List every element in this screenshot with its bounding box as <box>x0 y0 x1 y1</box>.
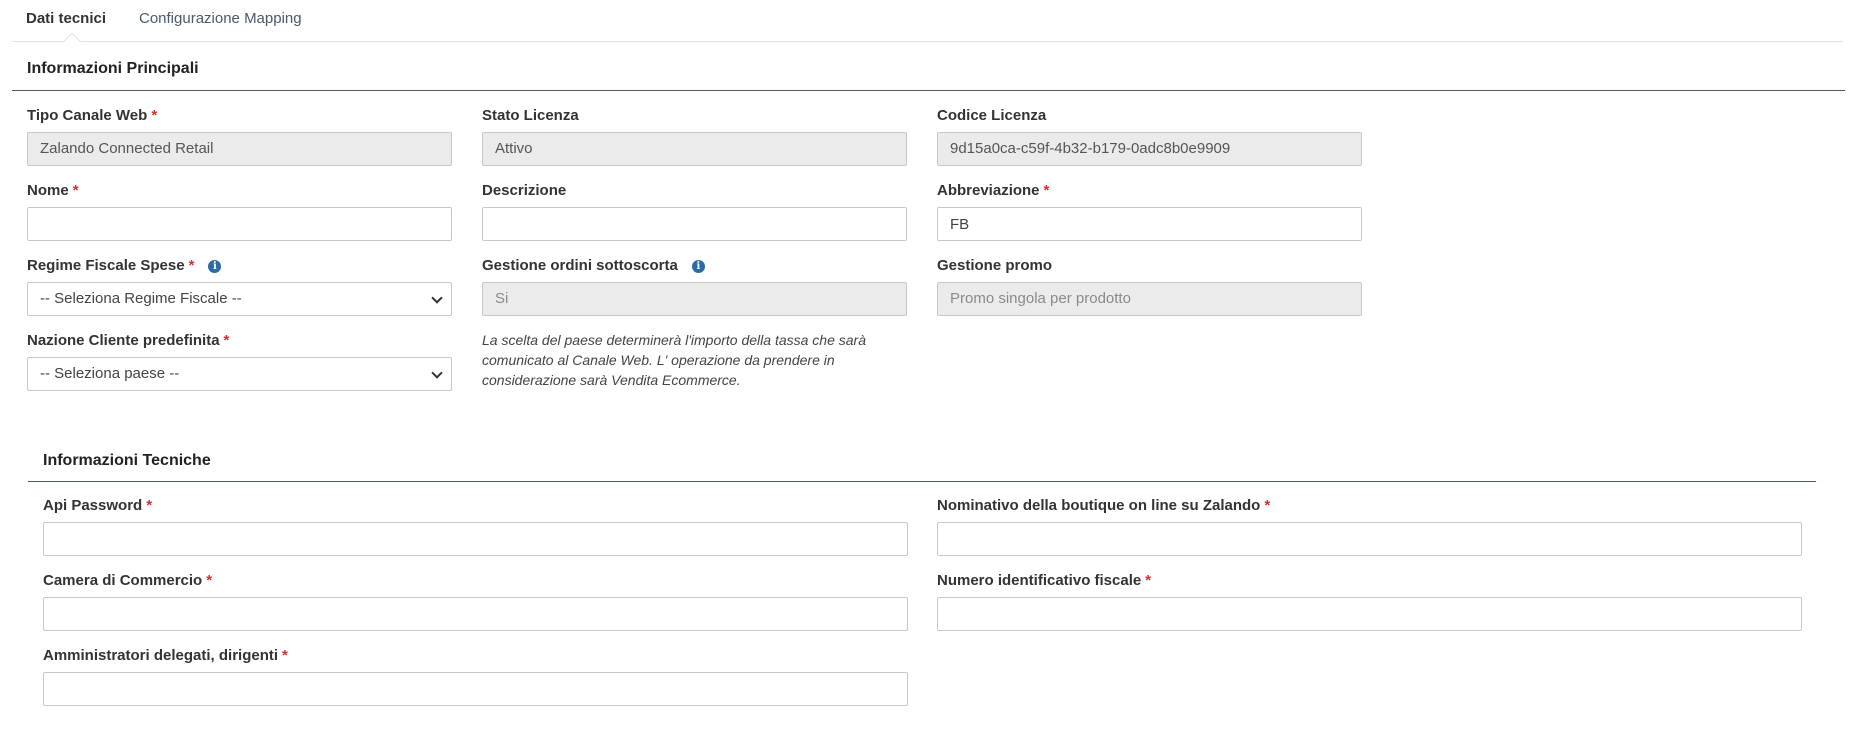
descrizione-input[interactable] <box>482 207 907 241</box>
stato-licenza-field: Attivo <box>482 132 907 166</box>
amministratori-input[interactable] <box>43 672 908 706</box>
label-codice-licenza: Codice Licenza <box>937 107 1047 124</box>
label-descrizione: Descrizione <box>482 182 567 199</box>
label-regime-fiscale: Regime Fiscale Spese * i <box>27 257 222 274</box>
section-title-tecniche: Informazioni Tecniche <box>43 452 211 469</box>
label-numero-fiscale: Numero identificativo fiscale * <box>937 572 1152 589</box>
tab-dati-tecnici[interactable]: Dati tecnici <box>26 10 106 27</box>
required-marker: * <box>282 647 288 664</box>
label-gestione-ordini: Gestione ordini sottoscorta i <box>482 257 705 274</box>
required-marker: * <box>146 497 153 514</box>
numero-fiscale-input[interactable] <box>937 597 1802 631</box>
codice-licenza-field: 9d15a0ca-c59f-4b32-b179-0adc8b0e9909 <box>937 132 1362 166</box>
regime-fiscale-select[interactable]: -- Seleziona Regime Fiscale -- <box>27 282 452 316</box>
required-marker: * <box>188 257 195 274</box>
gestione-ordini-field: Si <box>482 282 907 316</box>
tipo-canale-field: Zalando Connected Retail <box>27 132 452 166</box>
label-abbreviazione: Abbreviazione * <box>937 182 1050 199</box>
required-marker: * <box>1145 572 1152 589</box>
info-icon[interactable]: i <box>208 260 222 273</box>
label-nazione: Nazione Cliente predefinita * <box>27 332 230 349</box>
tab-configurazione-mapping[interactable]: Configurazione Mapping <box>139 10 302 27</box>
chevron-down-icon <box>431 367 443 379</box>
camera-commercio-input[interactable] <box>43 597 908 631</box>
required-marker: * <box>1264 497 1271 514</box>
section-divider-principali <box>12 90 1845 91</box>
label-amministratori: Amministratori delegati, dirigenti * <box>43 647 288 664</box>
label-nome: Nome * <box>27 182 79 199</box>
nazione-select[interactable]: -- Seleziona paese -- <box>27 357 452 391</box>
label-api-password: Api Password * <box>43 497 153 514</box>
gestione-promo-field: Promo singola per prodotto <box>937 282 1362 316</box>
regime-fiscale-selected: -- Seleziona Regime Fiscale -- <box>40 290 242 307</box>
label-camera-commercio: Camera di Commercio * <box>43 572 213 589</box>
abbreviazione-input[interactable] <box>937 207 1362 241</box>
required-marker: * <box>206 572 213 589</box>
section-divider-tecniche <box>28 481 1816 482</box>
required-marker: * <box>151 107 158 124</box>
nominativo-input[interactable] <box>937 522 1802 556</box>
nazione-selected: -- Seleziona paese -- <box>40 365 180 382</box>
api-password-input[interactable] <box>43 522 908 556</box>
required-marker: * <box>72 182 79 199</box>
label-tipo-canale: Tipo Canale Web * <box>27 107 158 124</box>
section-title-principali: Informazioni Principali <box>27 60 199 77</box>
required-marker: * <box>1043 182 1050 199</box>
tab-bar: Dati tecnici Configurazione Mapping <box>12 0 1843 50</box>
required-marker: * <box>223 332 230 349</box>
info-icon[interactable]: i <box>691 260 705 273</box>
active-tab-caret <box>63 32 81 50</box>
nazione-help-text: La scelta del paese determinerà l'import… <box>482 332 866 388</box>
label-nominativo: Nominativo della boutique on line su Zal… <box>937 497 1271 514</box>
label-stato-licenza: Stato Licenza <box>482 107 579 124</box>
chevron-down-icon <box>431 292 443 304</box>
nome-input[interactable] <box>27 207 452 241</box>
label-gestione-promo: Gestione promo <box>937 257 1053 274</box>
